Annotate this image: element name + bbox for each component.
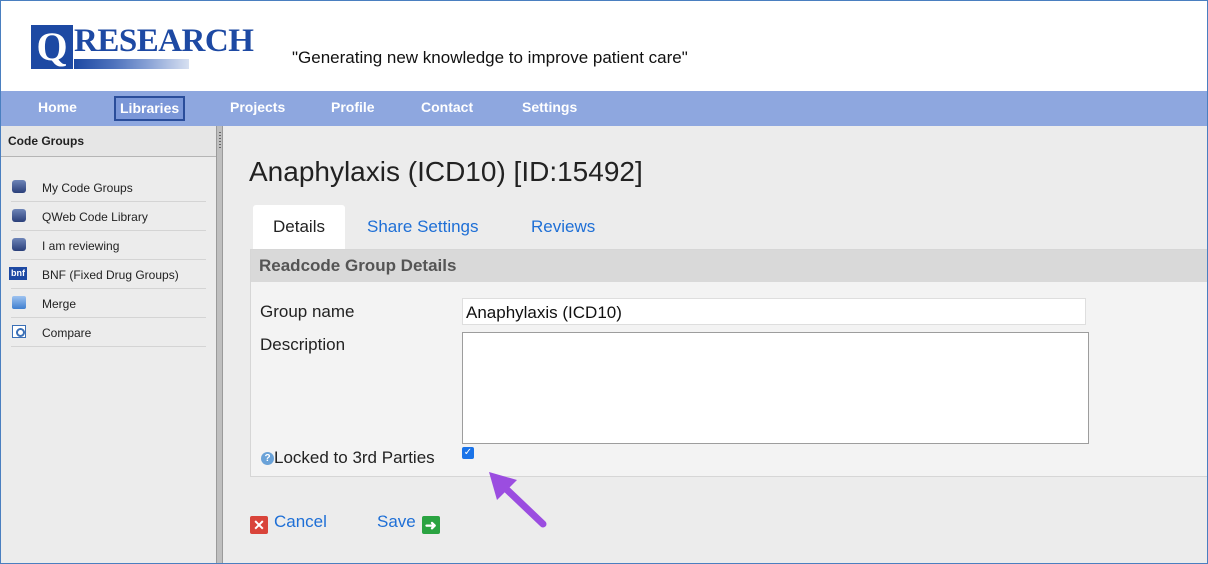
sidebar-item-label: BNF (Fixed Drug Groups) [42, 268, 179, 282]
top-nav: Home Libraries Projects Profile Contact … [1, 91, 1207, 126]
tab-share-settings[interactable]: Share Settings [367, 205, 479, 249]
logo-letter: Q [31, 25, 73, 69]
app-window: Q RESEARCH "Generating new knowledge to … [0, 0, 1208, 564]
database-icon [12, 238, 26, 251]
nav-projects[interactable]: Projects [230, 99, 285, 115]
tagline: "Generating new knowledge to improve pat… [292, 48, 688, 67]
panel-title: Readcode Group Details [251, 250, 1207, 282]
sidebar-list: My Code Groups QWeb Code Library I am re… [1, 173, 216, 347]
cancel-label: Cancel [274, 512, 327, 531]
sidebar-item-i-am-reviewing[interactable]: I am reviewing [11, 231, 206, 260]
sidebar-item-bnf[interactable]: bnf BNF (Fixed Drug Groups) [9, 260, 206, 289]
locked-checkbox[interactable]: ✓ [462, 447, 474, 459]
sidebar-splitter[interactable] [216, 126, 223, 563]
locked-label: Locked to 3rd Parties [274, 448, 435, 467]
sidebar: Code Groups My Code Groups QWeb Code Lib… [1, 126, 216, 563]
tab-details[interactable]: Details [253, 205, 345, 249]
sidebar-item-label: I am reviewing [42, 239, 120, 253]
nav-libraries[interactable]: Libraries [114, 96, 186, 121]
compare-icon [12, 325, 26, 338]
sidebar-item-my-code-groups[interactable]: My Code Groups [11, 173, 206, 202]
qresearch-logo[interactable]: Q RESEARCH [27, 19, 267, 69]
bnf-icon: bnf [9, 267, 27, 280]
tab-reviews[interactable]: Reviews [531, 205, 595, 249]
details-panel: Readcode Group Details Group name Anaphy… [250, 249, 1207, 477]
page-title: Anaphylaxis (ICD10) [ID:15492] [249, 156, 643, 187]
database-icon [12, 209, 26, 222]
sidebar-item-merge[interactable]: Merge [11, 289, 206, 318]
nav-profile[interactable]: Profile [331, 99, 375, 115]
sidebar-item-label: QWeb Code Library [42, 210, 148, 224]
sidebar-item-label: Compare [42, 326, 92, 340]
cancel-button[interactable]: ✕ Cancel [250, 512, 327, 534]
sidebar-item-label: My Code Groups [42, 181, 133, 195]
cancel-icon: ✕ [250, 516, 268, 534]
sidebar-item-compare[interactable]: Compare [11, 318, 206, 347]
help-icon[interactable]: ? [261, 452, 274, 465]
header: Q RESEARCH "Generating new knowledge to … [1, 1, 1207, 91]
nav-home[interactable]: Home [38, 99, 77, 115]
database-icon [12, 180, 26, 193]
splitter-grip-icon [219, 132, 221, 150]
save-arrow-icon: ➜ [421, 516, 440, 534]
logo-bars [74, 59, 189, 69]
description-label: Description [260, 335, 346, 354]
sidebar-title: Code Groups [1, 126, 216, 157]
nav-settings[interactable]: Settings [522, 99, 577, 115]
save-button[interactable]: Save ➜ [377, 512, 440, 534]
main-content: Anaphylaxis (ICD10) [ID:15492] Details S… [223, 126, 1207, 563]
logo-text: RESEARCH [74, 23, 254, 59]
merge-icon [12, 296, 26, 309]
sidebar-item-qweb-code-library[interactable]: QWeb Code Library [11, 202, 206, 231]
annotation-arrow-icon [489, 472, 547, 528]
group-name-input[interactable]: Anaphylaxis (ICD10) [462, 298, 1086, 325]
save-label: Save [377, 512, 416, 531]
nav-contact[interactable]: Contact [421, 99, 473, 115]
sidebar-item-label: Merge [42, 297, 77, 311]
group-name-label: Group name [260, 302, 355, 321]
description-textarea[interactable] [462, 332, 1089, 444]
